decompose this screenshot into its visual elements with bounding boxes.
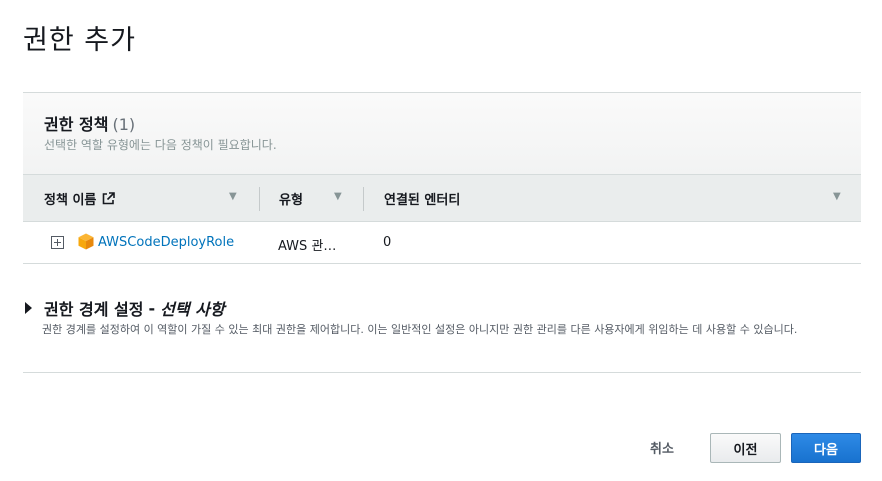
panel-description: 선택한 역할 유형에는 다음 정책이 필요합니다. <box>44 138 277 152</box>
expand-plus-icon[interactable] <box>51 236 64 249</box>
policy-type-cell: AWS 관리형 <box>278 239 344 254</box>
previous-button[interactable]: 이전 <box>710 433 781 463</box>
column-header-policy-name-label: 정책 이름 <box>44 193 97 208</box>
table-header-row: 정책 이름 ▼ 유형 ▼ 연결된 엔터티 ▼ <box>23 174 861 222</box>
aws-cube-icon <box>78 233 94 250</box>
column-divider <box>259 187 260 211</box>
caret-right-icon[interactable] <box>25 302 32 314</box>
sort-down-icon[interactable]: ▼ <box>229 191 237 202</box>
attached-entities-cell: 0 <box>383 235 392 250</box>
next-button[interactable]: 다음 <box>791 433 861 463</box>
permissions-boundary-toggle[interactable]: 권한 경계 설정 - 선택 사항 <box>23 296 225 320</box>
page-title: 권한 추가 <box>23 25 136 56</box>
boundary-optional-label: 선택 사항 <box>160 300 225 319</box>
column-header-attached-entities-label: 연결된 엔터티 <box>384 193 461 208</box>
policy-name-link[interactable]: AWSCodeDeployRole <box>98 235 234 250</box>
column-header-attached-entities[interactable]: 연결된 엔터티 <box>384 175 460 222</box>
column-divider <box>363 187 364 211</box>
panel-title: 권한 정책 (1) <box>44 111 135 135</box>
section-divider <box>23 372 861 373</box>
policy-count: (1) <box>112 115 136 134</box>
table-row: AWSCodeDeployRole AWS 관리형 0 <box>23 222 861 263</box>
sort-down-icon[interactable]: ▼ <box>334 191 342 202</box>
boundary-title: 권한 경계 설정 <box>44 300 144 319</box>
panel-title-text: 권한 정책 <box>44 115 109 134</box>
column-header-policy-name[interactable]: 정책 이름 <box>44 175 116 222</box>
permissions-policies-panel: 권한 정책 (1) 선택한 역할 유형에는 다음 정책이 필요합니다. 정책 이름… <box>23 92 861 264</box>
column-header-type[interactable]: 유형 <box>279 175 303 222</box>
cancel-button[interactable]: 취소 <box>650 438 674 457</box>
sort-down-icon[interactable]: ▼ <box>833 191 841 202</box>
boundary-title-dash: - <box>148 298 156 318</box>
boundary-description: 권한 경계를 설정하여 이 역할이 가질 수 있는 최대 권한을 제어합니다. … <box>42 323 798 336</box>
panel-header: 권한 정책 (1) 선택한 역할 유형에는 다음 정책이 필요합니다. <box>23 93 861 174</box>
column-header-type-label: 유형 <box>279 193 303 208</box>
external-link-icon[interactable] <box>102 192 116 205</box>
